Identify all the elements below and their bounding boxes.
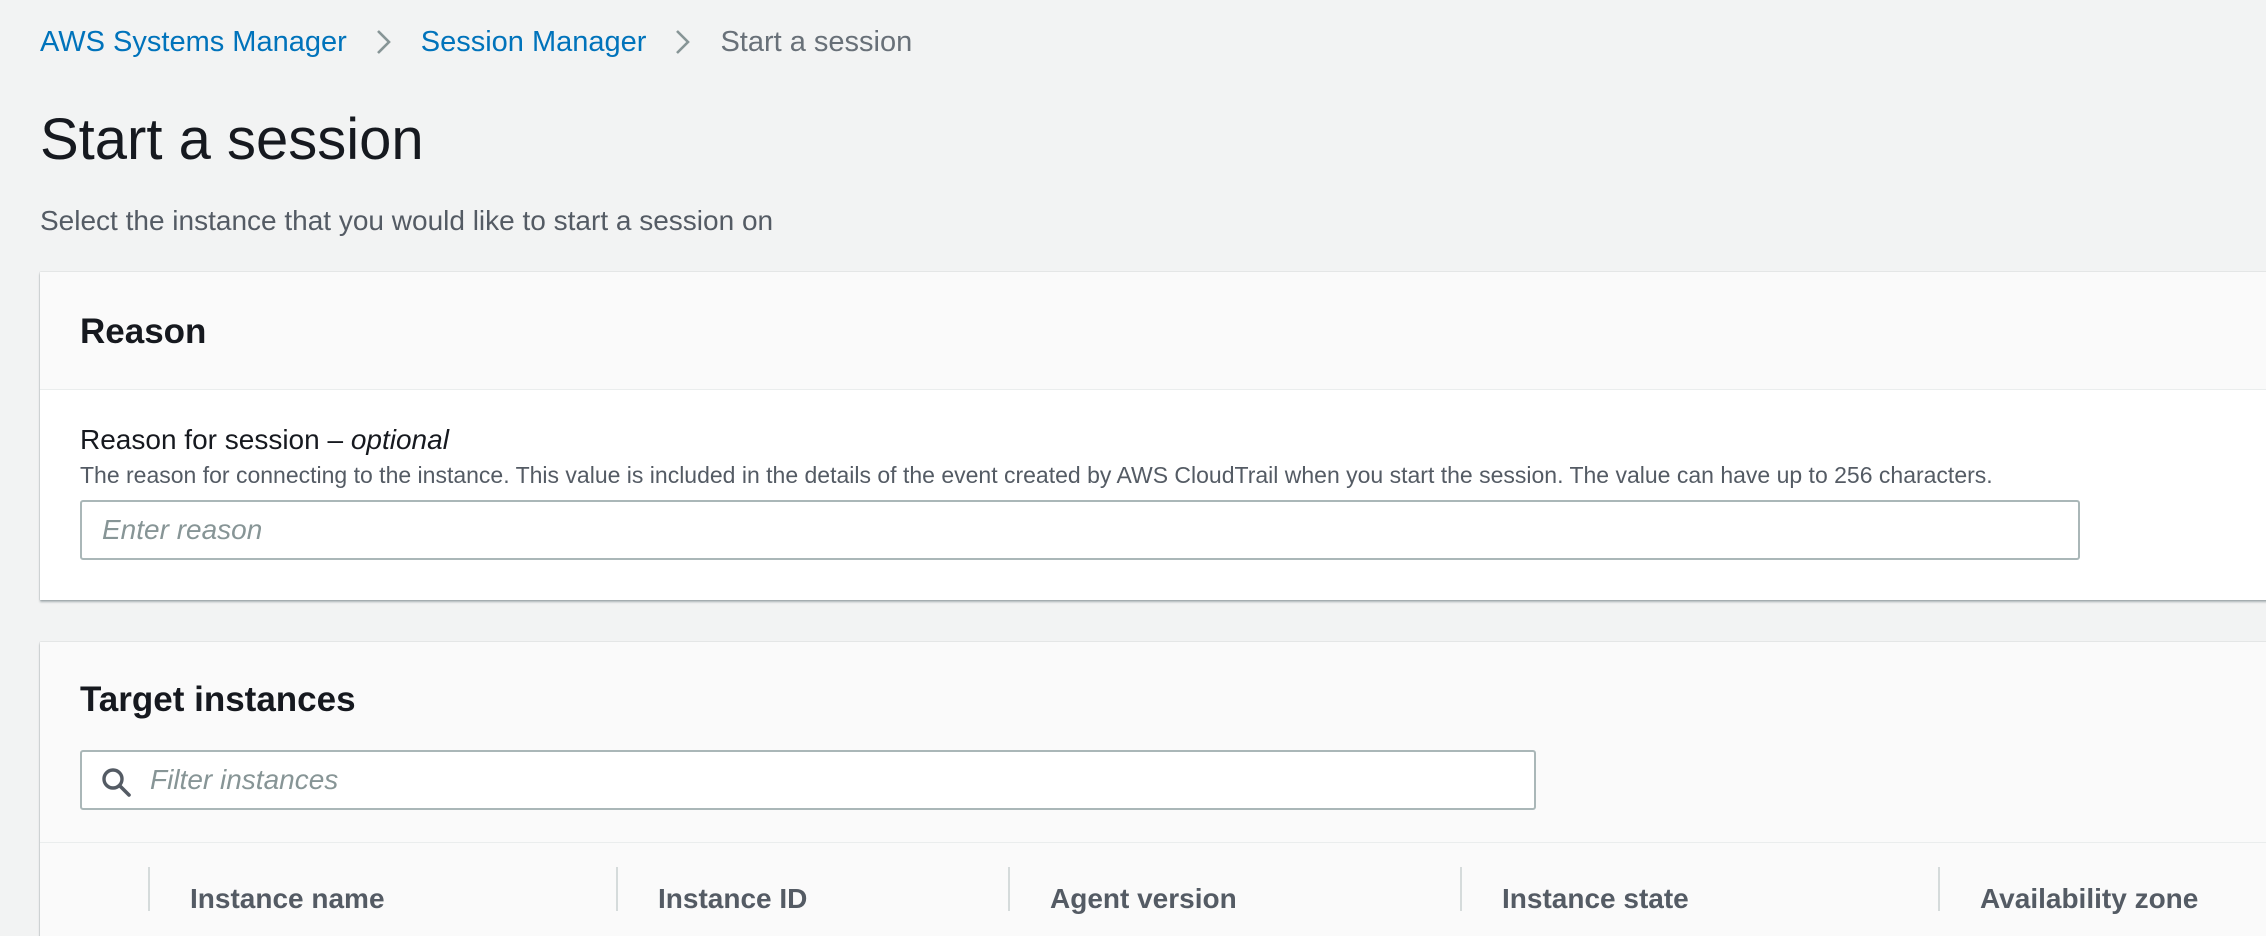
target-instances-title: Target instances bbox=[80, 680, 356, 719]
column-header-instance-state[interactable]: Instance state bbox=[1502, 867, 1689, 914]
column-header-availability-zone[interactable]: Availability zone bbox=[1980, 867, 2198, 914]
reason-panel-title: Reason bbox=[80, 312, 207, 351]
breadcrumb-link-systems-manager[interactable]: AWS Systems Manager bbox=[40, 22, 347, 62]
target-instances-panel: Target instances Instance name Instance … bbox=[40, 642, 2266, 936]
reason-panel-header: Reason bbox=[40, 272, 2266, 390]
reason-field-label: Reason for session – optional bbox=[80, 422, 449, 458]
filter-instances-box[interactable] bbox=[80, 750, 1536, 810]
column-divider bbox=[1008, 867, 1010, 911]
reason-field-label-text: Reason for session – bbox=[80, 424, 344, 455]
column-header-instance-id[interactable]: Instance ID bbox=[658, 867, 807, 914]
reason-input[interactable] bbox=[80, 500, 2080, 560]
page-description: Select the instance that you would like … bbox=[40, 205, 774, 236]
chevron-right-icon bbox=[672, 27, 694, 57]
column-divider bbox=[1938, 867, 1940, 911]
column-divider bbox=[616, 867, 618, 911]
page: AWS Systems Manager Session Manager Star… bbox=[0, 0, 2266, 936]
reason-field-description: The reason for connecting to the instanc… bbox=[80, 462, 1993, 488]
breadcrumb-link-session-manager[interactable]: Session Manager bbox=[421, 22, 647, 62]
chevron-right-icon bbox=[373, 27, 395, 57]
optional-label: optional bbox=[350, 424, 449, 455]
column-header-instance-name[interactable]: Instance name bbox=[190, 867, 385, 914]
column-divider bbox=[148, 867, 150, 911]
breadcrumb: AWS Systems Manager Session Manager Star… bbox=[40, 22, 912, 62]
search-icon bbox=[102, 768, 131, 797]
instances-table-header: Instance name Instance ID Agent version … bbox=[40, 842, 2266, 936]
breadcrumb-current: Start a session bbox=[720, 26, 913, 58]
column-divider bbox=[1460, 867, 1462, 911]
filter-instances-input[interactable] bbox=[150, 752, 1520, 808]
reason-panel: Reason Reason for session – optional The… bbox=[40, 272, 2266, 600]
column-header-agent-version[interactable]: Agent version bbox=[1050, 867, 1237, 914]
page-title: Start a session bbox=[40, 107, 424, 172]
